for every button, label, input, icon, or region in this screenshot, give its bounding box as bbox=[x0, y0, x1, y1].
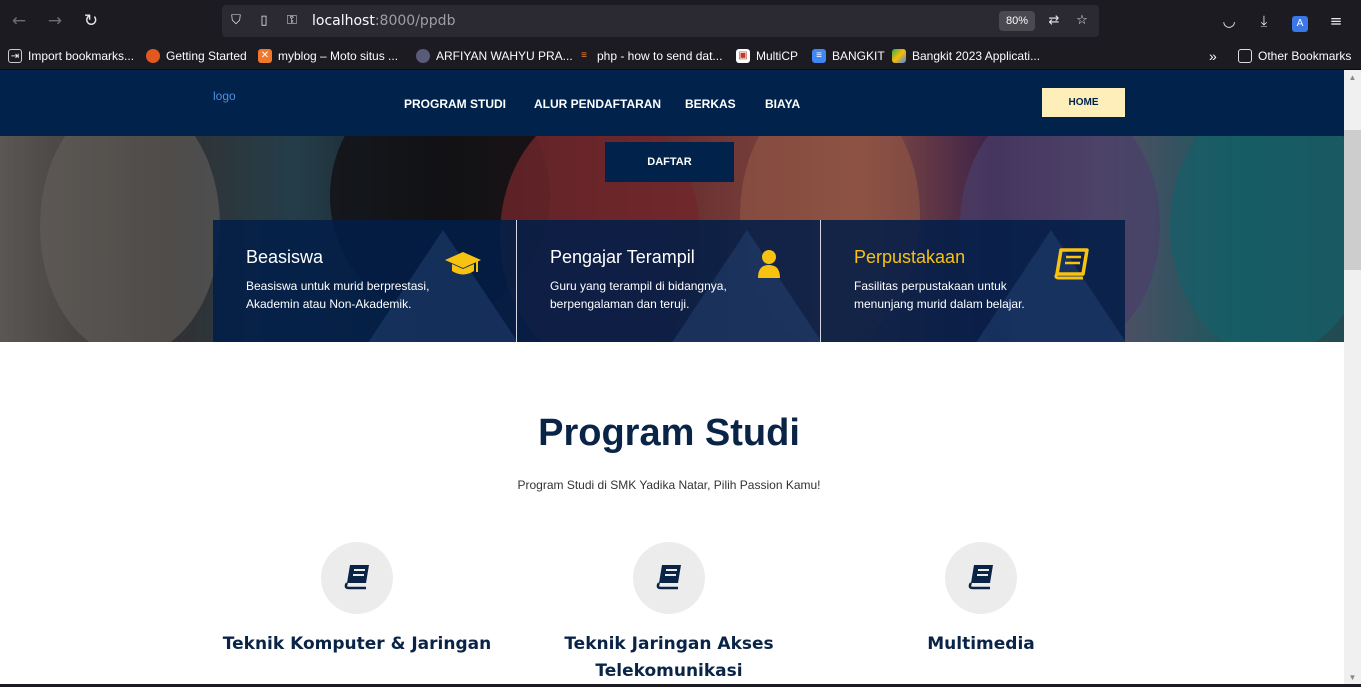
google-drive-icon bbox=[892, 49, 906, 63]
program-icon-circle bbox=[945, 542, 1017, 614]
graduation-cap-icon bbox=[445, 252, 481, 275]
import-icon: ⇥ bbox=[8, 49, 22, 63]
stackoverflow-icon: ≡ bbox=[581, 50, 587, 61]
bookmark-bangkit-2023[interactable]: Bangkit 2023 Applicati... bbox=[892, 48, 1040, 64]
program-icon-circle bbox=[633, 542, 705, 614]
features-row: Beasiswa Beasiswa untuk murid berprestas… bbox=[213, 220, 1125, 342]
book-icon bbox=[968, 565, 993, 590]
nav-berkas[interactable]: BERKAS bbox=[685, 97, 736, 111]
feature-card-pengajar: Pengajar Terampil Guru yang terampil di … bbox=[517, 220, 821, 342]
bookmark-multicp[interactable]: ▣ MultiCP bbox=[736, 48, 798, 64]
program-name: Multimedia bbox=[927, 634, 1035, 654]
site-logo[interactable]: logo bbox=[213, 89, 236, 103]
download-icon[interactable]: ⤓ bbox=[1254, 10, 1274, 32]
bookmark-label: BANGKIT bbox=[832, 49, 885, 63]
browser-toolbar: ← → ↻ ⛉ ▯ ⚿ localhost:8000/ppdb 80% ⇄ ☆ … bbox=[0, 0, 1361, 42]
bookmark-label: myblog – Moto situs ... bbox=[278, 49, 399, 63]
bookmark-label: php - how to send dat... bbox=[597, 49, 723, 63]
program-name: Teknik Komputer & Jaringan bbox=[222, 634, 492, 654]
page-viewport: DAFTAR Beasiswa Beasiswa untuk murid ber… bbox=[0, 70, 1344, 687]
bookmark-import[interactable]: ⇥ Import bookmarks... bbox=[8, 48, 134, 64]
book-icon bbox=[344, 565, 369, 590]
program-icon-circle bbox=[321, 542, 393, 614]
more-bookmarks-chevron-icon[interactable]: » bbox=[1209, 48, 1217, 64]
star-bookmark-icon[interactable]: ☆ bbox=[1074, 13, 1090, 29]
feature-title: Beasiswa bbox=[246, 247, 324, 267]
multicp-icon: ▣ bbox=[736, 49, 750, 63]
scroll-up-arrow-icon[interactable]: ▲ bbox=[1348, 74, 1357, 82]
xampp-icon: ✕ bbox=[258, 49, 272, 63]
program-card-tjat[interactable]: Teknik Jaringan Akses Telekomunikasi bbox=[513, 542, 825, 685]
address-bar[interactable]: ⛉ ▯ ⚿ localhost:8000/ppdb 80% ⇄ ☆ bbox=[222, 5, 1099, 37]
bookmark-stackoverflow[interactable]: ≡ php - how to send dat... bbox=[577, 48, 722, 64]
bookmark-label: Import bookmarks... bbox=[28, 49, 135, 63]
back-arrow-icon[interactable]: ← bbox=[8, 10, 30, 32]
other-bookmarks[interactable]: Other Bookmarks bbox=[1238, 48, 1351, 64]
university-seal-icon bbox=[416, 49, 430, 63]
bookmark-getting-started[interactable]: Getting Started bbox=[146, 48, 247, 64]
program-name: Teknik Jaringan Akses Telekomunikasi bbox=[564, 634, 774, 681]
zoom-badge[interactable]: 80% bbox=[999, 11, 1035, 31]
firefox-icon bbox=[146, 49, 160, 63]
feature-text: Guru yang terampil di bidangnya, berpeng… bbox=[550, 279, 727, 311]
feature-title: Pengajar Terampil bbox=[550, 247, 695, 267]
hero-banner: DAFTAR Beasiswa Beasiswa untuk murid ber… bbox=[0, 136, 1344, 342]
feature-text: Fasilitas perpustakaan untuk menunjang m… bbox=[854, 279, 1025, 311]
bookmark-label: Getting Started bbox=[166, 49, 247, 63]
feature-card-beasiswa: Beasiswa Beasiswa untuk murid berprestas… bbox=[213, 220, 517, 342]
forward-arrow-icon[interactable]: → bbox=[44, 10, 66, 32]
bookmark-label: Bangkit 2023 Applicati... bbox=[912, 49, 1041, 63]
scroll-down-arrow-icon[interactable]: ▼ bbox=[1348, 674, 1357, 682]
google-docs-icon: ≡ bbox=[812, 49, 826, 63]
site-navbar: logo PROGRAM STUDI ALUR PENDAFTARAN BERK… bbox=[0, 70, 1344, 136]
page-scrollbar[interactable]: ▲ ▼ bbox=[1344, 70, 1361, 687]
connection-icon[interactable]: ⚿ bbox=[284, 13, 300, 29]
bookmark-bangkit[interactable]: ≡ BANGKIT bbox=[812, 48, 885, 64]
home-button[interactable]: HOME bbox=[1042, 88, 1125, 117]
bookmark-label: MultiCP bbox=[756, 49, 799, 63]
bookmarks-toolbar: ⇥ Import bookmarks... Getting Started ✕ my… bbox=[0, 42, 1361, 70]
menu-hamburger-icon[interactable]: ≡ bbox=[1326, 10, 1346, 32]
shield-icon[interactable]: ⛉ bbox=[228, 13, 244, 29]
daftar-button[interactable]: DAFTAR bbox=[605, 142, 734, 182]
feature-card-perpustakaan: Perpustakaan Fasilitas perpustakaan untu… bbox=[821, 220, 1125, 342]
book-icon bbox=[656, 565, 681, 590]
translate-icon[interactable]: ⇄ bbox=[1046, 13, 1062, 29]
program-card-multimedia[interactable]: Multimedia bbox=[825, 542, 1137, 658]
feature-title: Perpustakaan bbox=[854, 247, 966, 267]
folder-icon bbox=[1238, 49, 1252, 63]
page-icon[interactable]: ▯ bbox=[256, 13, 272, 29]
bookmark-label: Other Bookmarks bbox=[1258, 49, 1352, 63]
bookmark-myblog[interactable]: ✕ myblog – Moto situs ... bbox=[258, 48, 398, 64]
pocket-icon[interactable]: ◡ bbox=[1219, 10, 1239, 32]
url-text[interactable]: localhost:8000/ppdb bbox=[312, 13, 455, 29]
bookmark-arfiyan[interactable]: ARFIYAN WAHYU PRA... bbox=[416, 48, 573, 64]
feature-text: Beasiswa untuk murid berprestasi, Akadem… bbox=[246, 279, 430, 311]
nav-biaya[interactable]: BIAYA bbox=[765, 97, 800, 111]
nav-program-studi[interactable]: PROGRAM STUDI bbox=[404, 97, 506, 111]
program-studi-subtitle: Program Studi di SMK Yadika Natar, Pilih… bbox=[517, 478, 821, 492]
program-card-tkj[interactable]: Teknik Komputer & Jaringan bbox=[201, 542, 513, 658]
bookmark-label: ARFIYAN WAHYU PRA... bbox=[436, 49, 573, 63]
book-icon bbox=[1054, 248, 1089, 280]
translate-extension-icon[interactable]: A bbox=[1290, 10, 1310, 32]
user-icon bbox=[758, 250, 780, 278]
program-studi-title: Program Studi bbox=[538, 412, 800, 454]
reload-icon[interactable]: ↻ bbox=[80, 10, 102, 32]
nav-alur-pendaftaran[interactable]: ALUR PENDAFTARAN bbox=[534, 97, 661, 111]
scrollbar-thumb[interactable] bbox=[1344, 130, 1361, 270]
